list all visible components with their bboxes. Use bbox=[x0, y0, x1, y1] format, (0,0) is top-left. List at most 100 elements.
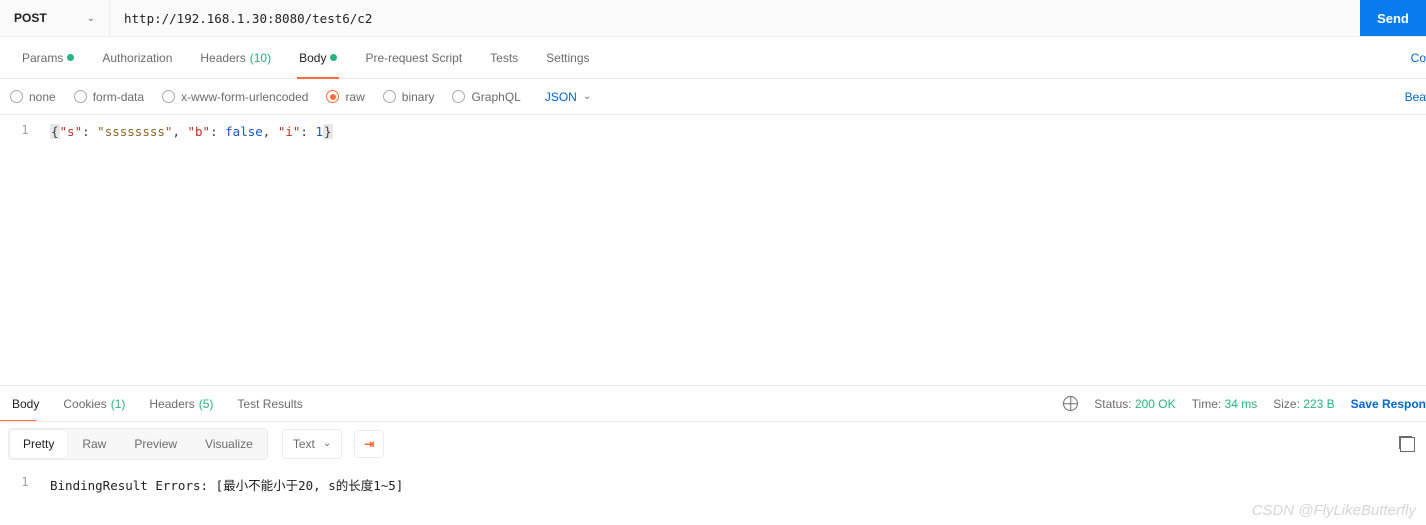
seg-pretty[interactable]: Pretty bbox=[9, 429, 68, 459]
view-mode-segment: Pretty Raw Preview Visualize bbox=[8, 428, 268, 460]
time-group: Time: 34 ms bbox=[1192, 397, 1258, 411]
body-type-row: none form-data x-www-form-urlencoded raw… bbox=[0, 79, 1426, 115]
bodytype-formdata[interactable]: form-data bbox=[74, 90, 144, 104]
watermark: CSDN @FlyLikeButterfly bbox=[1252, 502, 1416, 519]
comma: , bbox=[263, 124, 271, 139]
json-string: "ssssssss" bbox=[97, 124, 172, 139]
tab-prerequest[interactable]: Pre-request Script bbox=[351, 37, 476, 78]
radio-label: none bbox=[29, 90, 56, 104]
bodytype-urlencoded[interactable]: x-www-form-urlencoded bbox=[162, 90, 308, 104]
size-value: 223 B bbox=[1303, 397, 1334, 411]
tab-label: Params bbox=[22, 51, 63, 65]
radio-label: GraphQL bbox=[471, 90, 520, 104]
tab-count: (10) bbox=[250, 51, 271, 65]
tab-count: (5) bbox=[199, 397, 214, 411]
colon: : bbox=[300, 124, 308, 139]
url-input[interactable] bbox=[110, 0, 1360, 36]
response-body[interactable]: 1 BindingResult Errors: [最小不能小于20, s的长度1… bbox=[0, 465, 1426, 500]
response-text: BindingResult Errors: [最小不能小于20, s的长度1~5… bbox=[50, 471, 403, 494]
bodytype-none[interactable]: none bbox=[10, 90, 56, 104]
copy-response-button[interactable] bbox=[1399, 436, 1412, 452]
colon: : bbox=[210, 124, 218, 139]
comma: , bbox=[172, 124, 180, 139]
radio-label: raw bbox=[345, 90, 364, 104]
tab-body[interactable]: Body bbox=[285, 37, 351, 78]
radio-label: form-data bbox=[93, 90, 144, 104]
tab-label: Pre-request Script bbox=[365, 51, 462, 65]
cookies-link[interactable]: Co bbox=[1411, 51, 1426, 65]
radio-icon bbox=[326, 90, 339, 103]
save-response-button[interactable]: Save Respon bbox=[1351, 397, 1426, 411]
tab-count: (1) bbox=[111, 397, 126, 411]
time-value: 34 ms bbox=[1225, 397, 1258, 411]
beautify-link[interactable]: Bea bbox=[1405, 90, 1426, 104]
chevron-down-icon: ⌄ bbox=[87, 13, 95, 24]
radio-icon bbox=[452, 90, 465, 103]
tab-label: Cookies bbox=[63, 397, 106, 411]
response-format-bar: Pretty Raw Preview Visualize Text ⌄ ⇥ bbox=[0, 421, 1426, 465]
resp-tab-cookies[interactable]: Cookies (1) bbox=[51, 386, 137, 421]
brace-close: } bbox=[323, 124, 333, 139]
tab-label: Authorization bbox=[102, 51, 172, 65]
radio-icon bbox=[383, 90, 396, 103]
tab-tests[interactable]: Tests bbox=[476, 37, 532, 78]
tab-settings[interactable]: Settings bbox=[532, 37, 603, 78]
status-dot-icon bbox=[67, 54, 74, 61]
tab-label: Settings bbox=[546, 51, 589, 65]
size-group: Size: 223 B bbox=[1273, 397, 1334, 411]
bodytype-binary[interactable]: binary bbox=[383, 90, 435, 104]
status-group: Status: 200 OK bbox=[1094, 397, 1175, 411]
status-label: Status: bbox=[1094, 397, 1131, 411]
radio-label: x-www-form-urlencoded bbox=[181, 90, 308, 104]
json-key: "i" bbox=[278, 124, 301, 139]
seg-preview[interactable]: Preview bbox=[120, 429, 191, 459]
http-method-value: POST bbox=[14, 11, 47, 25]
bodytype-graphql[interactable]: GraphQL bbox=[452, 90, 520, 104]
radio-icon bbox=[162, 90, 175, 103]
bodytype-raw[interactable]: raw bbox=[326, 90, 364, 104]
tab-label: Body bbox=[299, 51, 326, 65]
json-number: 1 bbox=[315, 124, 323, 139]
globe-icon[interactable] bbox=[1063, 396, 1078, 411]
radio-label: binary bbox=[402, 90, 435, 104]
raw-format-select[interactable]: JSON ⌄ bbox=[545, 90, 591, 104]
time-label: Time: bbox=[1192, 397, 1222, 411]
editor-code[interactable]: {"s": "ssssssss", "b": false, "i": 1} bbox=[50, 115, 333, 141]
tab-label: Headers bbox=[149, 397, 194, 411]
tab-label: Headers bbox=[200, 51, 245, 65]
response-meta: Status: 200 OK Time: 34 ms Size: 223 B S… bbox=[1063, 396, 1426, 411]
status-dot-icon bbox=[330, 54, 337, 61]
tab-label: Test Results bbox=[237, 397, 302, 411]
request-bar: POST ⌄ Send bbox=[0, 0, 1426, 37]
resp-tab-body[interactable]: Body bbox=[0, 386, 51, 421]
line-number: 1 bbox=[0, 115, 50, 137]
tab-headers[interactable]: Headers (10) bbox=[186, 37, 285, 78]
request-tabs: Params Authorization Headers (10) Body P… bbox=[0, 37, 1426, 79]
radio-icon bbox=[10, 90, 23, 103]
response-mode-select[interactable]: Text ⌄ bbox=[282, 429, 342, 459]
seg-visualize[interactable]: Visualize bbox=[191, 429, 267, 459]
colon: : bbox=[82, 124, 90, 139]
resp-tab-headers[interactable]: Headers (5) bbox=[137, 386, 225, 421]
editor-line: 1 {"s": "ssssssss", "b": false, "i": 1} bbox=[0, 115, 1426, 141]
request-body-editor[interactable]: 1 {"s": "ssssssss", "b": false, "i": 1} bbox=[0, 115, 1426, 385]
status-value: 200 OK bbox=[1135, 397, 1176, 411]
resp-tab-testresults[interactable]: Test Results bbox=[225, 386, 314, 421]
tab-label: Tests bbox=[490, 51, 518, 65]
radio-icon bbox=[74, 90, 87, 103]
tab-label: Body bbox=[12, 397, 39, 411]
format-value: JSON bbox=[545, 90, 577, 104]
wrap-lines-icon: ⇥ bbox=[364, 437, 374, 451]
tab-authorization[interactable]: Authorization bbox=[88, 37, 186, 78]
json-key: "b" bbox=[188, 124, 211, 139]
json-key: "s" bbox=[60, 124, 83, 139]
response-tabs: Body Cookies (1) Headers (5) Test Result… bbox=[0, 385, 1426, 421]
send-button[interactable]: Send bbox=[1360, 0, 1426, 36]
tab-params[interactable]: Params bbox=[8, 37, 88, 78]
chevron-down-icon: ⌄ bbox=[583, 91, 591, 102]
seg-raw[interactable]: Raw bbox=[68, 429, 120, 459]
mode-value: Text bbox=[293, 437, 315, 451]
line-number: 1 bbox=[0, 471, 50, 494]
http-method-select[interactable]: POST ⌄ bbox=[0, 0, 110, 36]
wrap-lines-button[interactable]: ⇥ bbox=[354, 430, 384, 458]
